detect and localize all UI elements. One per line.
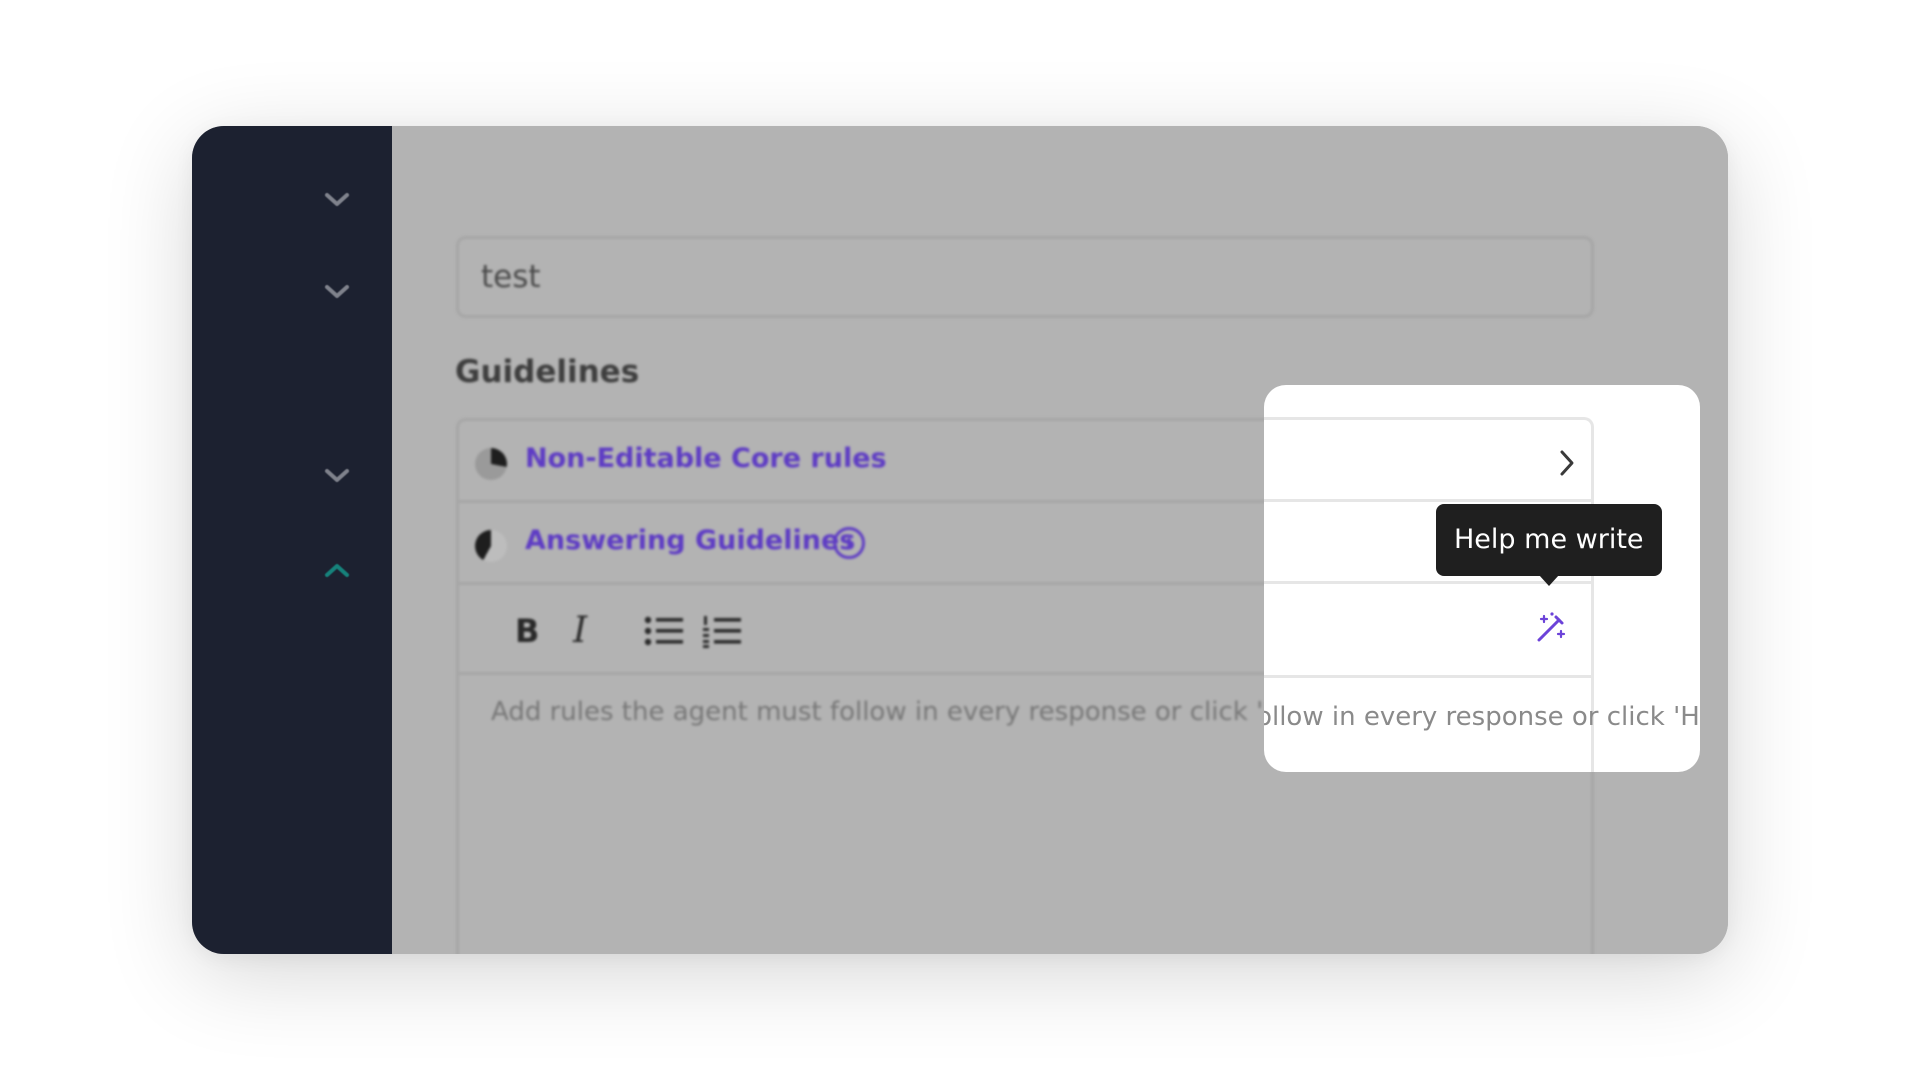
app-window: test Guidelines Non-Editable Core rules … (192, 126, 1728, 954)
chevron-down-icon[interactable] (324, 284, 350, 300)
chevron-up-icon[interactable] (324, 562, 350, 578)
chevron-down-icon[interactable] (324, 192, 350, 208)
divider (1264, 675, 1594, 678)
bold-button[interactable]: B (515, 611, 539, 651)
sidebar (192, 126, 392, 954)
italic-button[interactable]: I (573, 611, 587, 651)
help-me-write-tooltip: Help me write (1436, 504, 1662, 586)
numbered-list-icon[interactable] (701, 611, 743, 651)
pie-icon (475, 530, 507, 562)
help-me-write-button[interactable] (1530, 607, 1572, 649)
info-icon[interactable]: i (833, 527, 865, 559)
guidelines-heading: Guidelines (455, 354, 640, 390)
chevron-down-icon[interactable] (324, 468, 350, 484)
magic-wand-icon (1537, 612, 1566, 642)
chevron-right-icon[interactable] (1556, 447, 1578, 479)
answering-guidelines-label: Answering Guidelines (525, 525, 856, 556)
name-input[interactable]: test (456, 236, 1594, 318)
pie-icon (475, 448, 507, 480)
divider (1264, 499, 1594, 502)
spotlight-highlight: Add rules the agent must follow in every… (1264, 385, 1700, 772)
editor-placeholder-highlight: Add rules the agent must follow in every… (1264, 702, 1700, 732)
bulleted-list-icon[interactable] (643, 611, 685, 651)
core-rules-label: Non-Editable Core rules (525, 443, 887, 474)
